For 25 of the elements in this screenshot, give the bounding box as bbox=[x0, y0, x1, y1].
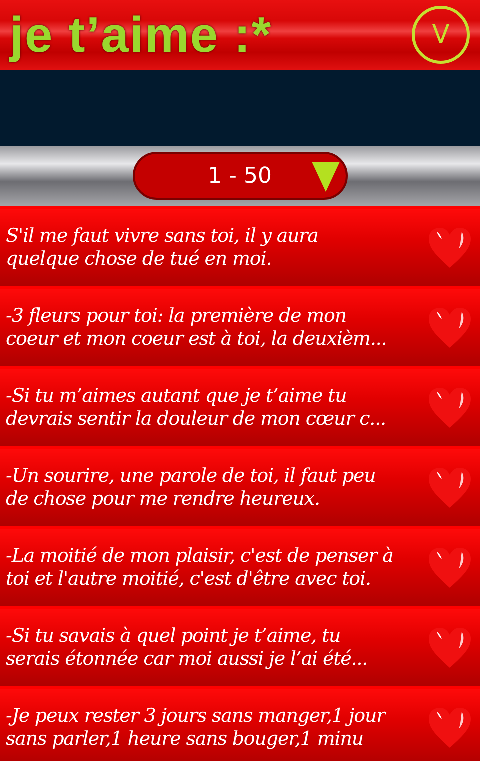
heart-icon[interactable] bbox=[428, 546, 472, 588]
quote-row[interactable]: -Un sourire, une parole de toi, il faut peu de chose pour me rendre heureux. bbox=[0, 446, 480, 526]
heart-icon[interactable] bbox=[428, 626, 472, 668]
quote-row[interactable]: -Si tu m’aimes autant que je t’aime tu devrais sentir la douleur de mon cœur c... bbox=[0, 366, 480, 446]
heart-icon[interactable] bbox=[428, 226, 472, 268]
quote-row[interactable]: -La moitié de mon plaisir, c'est de penser à toi et l'autre moitié, c'est d'être avec toi. bbox=[0, 526, 480, 606]
heart-icon[interactable] bbox=[428, 706, 472, 748]
heart-icon[interactable] bbox=[428, 386, 472, 428]
quote-text: -Un sourire, une parole de toi, il faut peu de chose pour me rendre heureux. bbox=[6, 464, 376, 510]
quote-text: -3 fleurs pour toi: la première de mon coeur et mon coeur est à toi, la deuxièm... bbox=[6, 304, 387, 350]
quote-text: -Je peux rester 3 jours sans manger,1 jour sans parler,1 heure sans bouger,1 minu bbox=[6, 704, 386, 750]
quote-row[interactable]: -Je peux rester 3 jours sans manger,1 jour sans parler,1 heure sans bouger,1 minu bbox=[0, 686, 480, 761]
quote-row[interactable]: -Si tu savais à quel point je t’aime, tu serais étonnée car moi aussi je l’ai été... bbox=[0, 606, 480, 686]
quote-text: S'il me faut vivre sans toi, il y aura quelque chose de tué en moi. bbox=[6, 224, 318, 270]
heart-icon[interactable] bbox=[428, 466, 472, 508]
quote-text: -Si tu savais à quel point je t’aime, tu serais étonnée car moi aussi je l’ai été... bbox=[6, 624, 368, 670]
range-dropdown[interactable]: 1 - 50 bbox=[132, 152, 348, 200]
app-title: je t’aime :* bbox=[10, 10, 272, 60]
quote-row[interactable]: S'il me faut vivre sans toi, il y aura quelque chose de tué en moi. bbox=[0, 206, 480, 286]
menu-button[interactable]: V bbox=[412, 6, 470, 64]
dropdown-arrow-icon bbox=[312, 162, 340, 192]
quote-text: -Si tu m’aimes autant que je t’aime tu devrais sentir la douleur de mon cœur c... bbox=[6, 384, 386, 430]
quote-text: -La moitié de mon plaisir, c'est de penser à toi et l'autre moitié, c'est d'être avec toi. bbox=[6, 544, 394, 590]
heart-icon[interactable] bbox=[428, 306, 472, 348]
quote-row[interactable]: -3 fleurs pour toi: la première de mon coeur et mon coeur est à toi, la deuxièm... bbox=[0, 286, 480, 366]
